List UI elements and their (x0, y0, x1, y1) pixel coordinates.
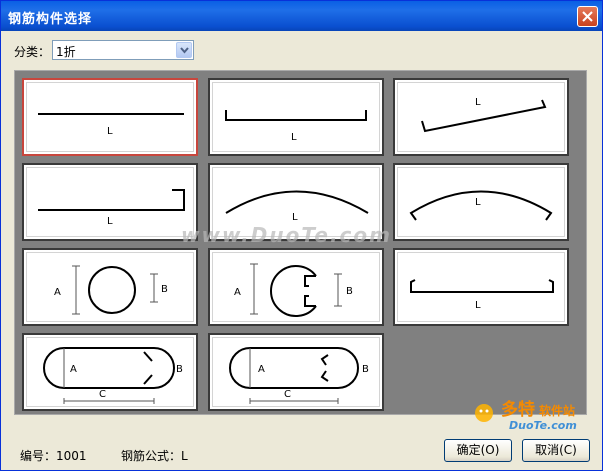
shape-label-l: L (107, 126, 113, 137)
close-button[interactable] (577, 6, 598, 27)
circle-hook-icon: A B (234, 263, 353, 317)
component-code: 编号：1001 (20, 449, 87, 463)
shape-tile-circle-hook[interactable]: A B (208, 248, 384, 326)
shape-label-a: A (258, 364, 265, 375)
dialog-window: 钢筋构件选择 分类： 1折 L L L L L L A B A B L A B … (0, 0, 603, 471)
shape-tile-end-hook[interactable]: L (22, 163, 198, 241)
shape-tile-oval-hook[interactable]: A B C (208, 333, 384, 411)
shape-label-c: C (284, 389, 291, 400)
shape-tile-double-hook[interactable]: L (208, 78, 384, 156)
title-bar[interactable]: 钢筋构件选择 (1, 1, 602, 31)
shape-tile-straight[interactable]: L (22, 78, 198, 156)
category-value: 1折 (56, 45, 76, 59)
ok-button[interactable]: 确定(O) (444, 439, 512, 462)
category-select[interactable]: 1折 (52, 40, 194, 60)
arc-hook-bar-icon: L (409, 190, 553, 221)
shape-label-b: B (161, 284, 168, 295)
slanted-hook-bar-icon: L (421, 97, 547, 133)
shape-tile-slanted-hook[interactable]: L (393, 78, 569, 156)
window-title: 钢筋构件选择 (8, 12, 93, 27)
shape-tile-u-hook[interactable]: L (393, 248, 569, 326)
shape-label-a: A (70, 364, 77, 375)
duote-brand-logo: 多特 软件站 DuoTe.com (475, 399, 577, 432)
shape-tile-arc-hook[interactable]: L (393, 163, 569, 241)
shape-tile-oval[interactable]: A B C (22, 333, 198, 411)
end-hook-bar-icon: L (38, 189, 185, 227)
shape-label-l: L (475, 97, 481, 108)
cancel-button[interactable]: 取消(C) (522, 439, 590, 462)
close-icon (582, 11, 593, 22)
shape-label-c: C (99, 389, 106, 400)
shape-label-b: B (176, 364, 183, 375)
shape-label-l: L (475, 300, 481, 311)
straight-bar-icon: L (38, 113, 184, 137)
shape-label-b: B (362, 364, 369, 375)
double-hook-bar-icon: L (225, 110, 367, 143)
shape-label-a: A (54, 287, 61, 298)
shape-label-b: B (346, 286, 353, 297)
oval-stirrup-icon: A B C (43, 347, 183, 404)
u-hook-bar-icon: L (410, 279, 554, 311)
brand-url: DuoTe.com (509, 419, 577, 432)
chevron-down-icon (180, 47, 189, 54)
rebar-formula: 钢筋公式：L (121, 449, 188, 463)
brand-suffix: 软件站 (539, 403, 575, 418)
circle-ring-icon: A B (54, 265, 168, 315)
dropdown-button[interactable] (176, 42, 192, 58)
category-label: 分类： (14, 45, 51, 59)
shape-label-l: L (475, 197, 481, 208)
shape-tile-circle[interactable]: A B (22, 248, 198, 326)
shape-label-l: L (291, 132, 297, 143)
shape-label-l: L (292, 212, 298, 223)
watermark-text: www.DuoTe.com (181, 223, 392, 247)
shape-label-a: A (234, 287, 241, 298)
brand-name: 多特 (501, 399, 535, 420)
oval-hook-stirrup-icon: A B C (229, 347, 369, 404)
shape-label-l: L (107, 216, 113, 227)
